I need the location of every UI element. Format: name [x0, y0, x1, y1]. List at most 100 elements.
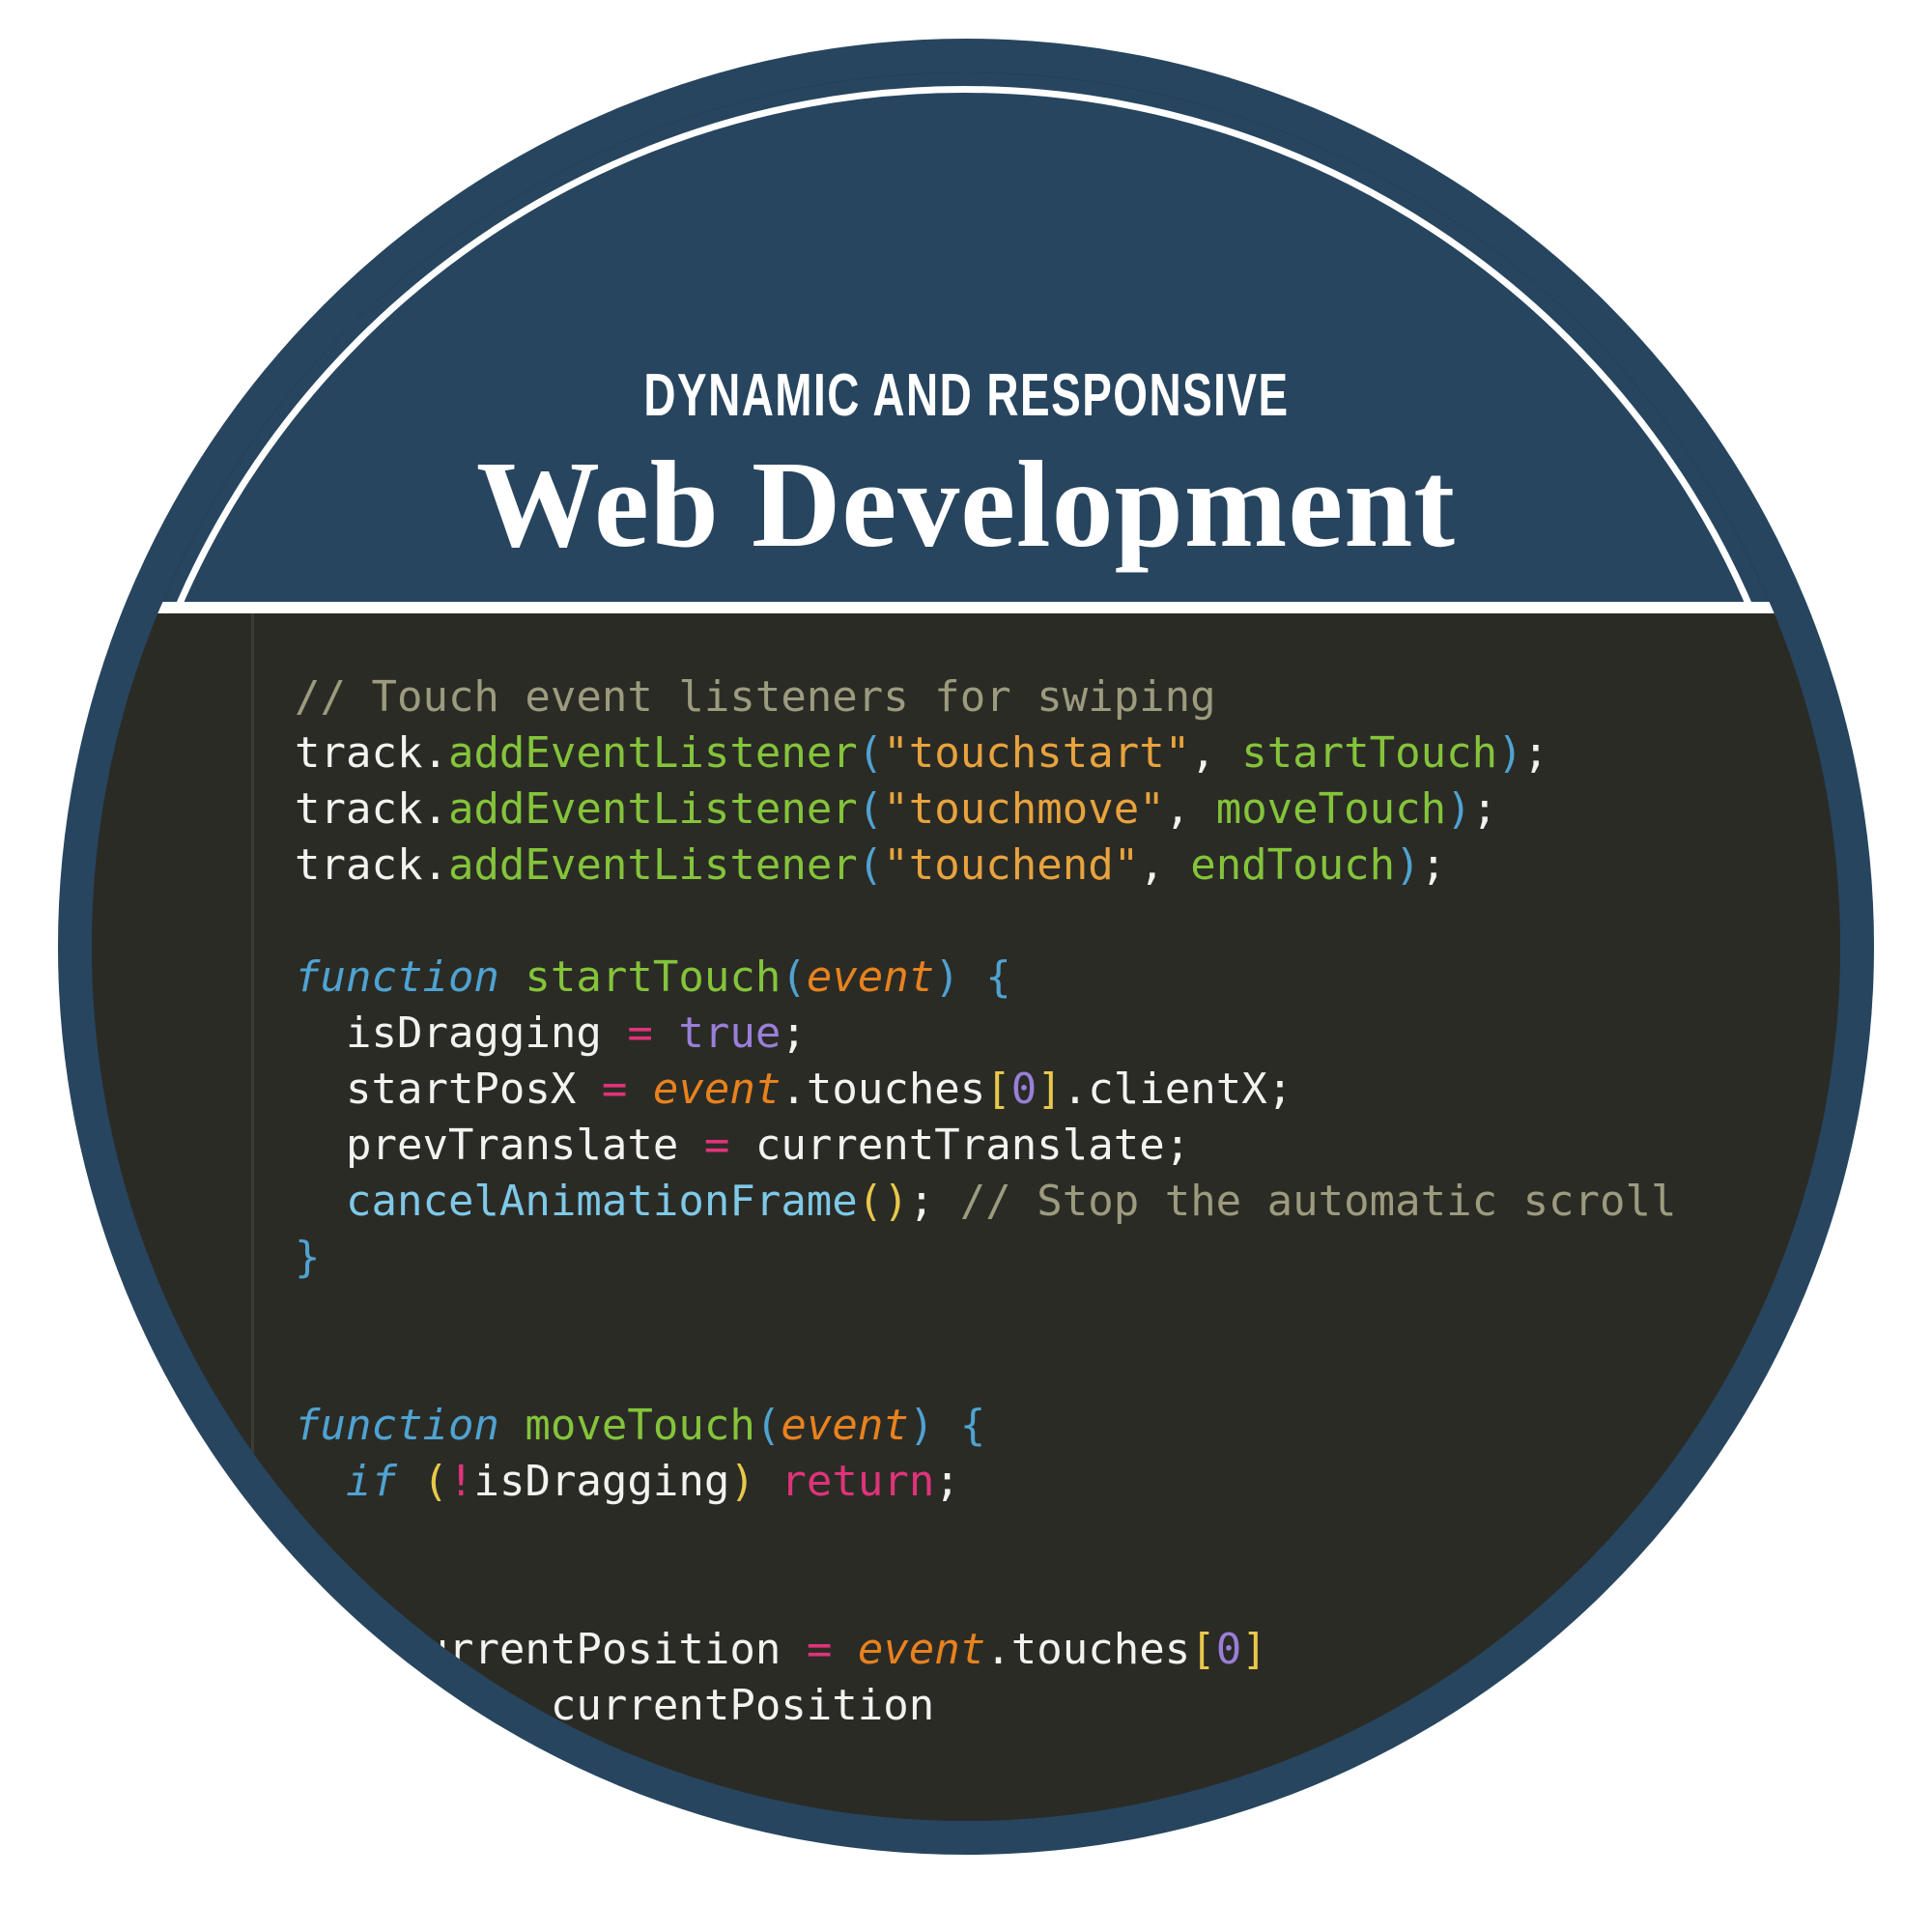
code-method: addEventListener: [447, 728, 858, 778]
code-paren: ): [1395, 840, 1421, 890]
code-comma: ,: [1139, 840, 1191, 890]
code-semicolon: ;: [1522, 728, 1549, 778]
code-paren: ): [1497, 728, 1523, 778]
code-line: isDragging = true;: [295, 1006, 1840, 1062]
code-index: 0: [1215, 1625, 1242, 1674]
code-fn-name: moveTouch: [525, 1401, 755, 1450]
code-var: isDragging: [345, 1009, 602, 1058]
code-prop: touches: [1010, 1625, 1191, 1674]
code-semicolon: ;: [781, 1009, 807, 1058]
code-comment: // Stop the automatic scroll: [959, 1177, 1677, 1226]
code-operator: =: [627, 1009, 653, 1058]
code-paren: ): [908, 1401, 935, 1450]
code-paren: (: [857, 784, 884, 834]
code-object: track: [295, 784, 423, 834]
code-line: prevTranslate = currentTranslate;: [295, 1118, 1840, 1174]
code-prop: touches: [806, 1065, 986, 1114]
code-paren: (: [781, 952, 807, 1002]
code-keyword: function: [295, 952, 499, 1002]
code-operator: =: [601, 1065, 628, 1114]
code-paren: ): [1446, 784, 1472, 834]
code-line: currentPosition: [295, 1678, 1840, 1734]
code-block: // Touch event listeners for swiping trac…: [295, 613, 1840, 1821]
code-paren: (): [857, 1177, 909, 1226]
code-line: function moveTouch(event) {: [295, 1398, 1840, 1454]
code-fn-name: startTouch: [525, 952, 781, 1002]
code-line: }: [295, 1230, 1840, 1286]
code-comma: ,: [1190, 728, 1242, 778]
circular-badge: // Touch event listeners for swiping trac…: [58, 39, 1874, 1855]
code-operator: =: [806, 1625, 833, 1674]
code-line: // Touch event listeners for swiping: [295, 669, 1840, 725]
code-paren: ): [934, 952, 960, 1002]
code-prop: clientX: [1088, 1065, 1267, 1114]
code-var: startPosX: [345, 1065, 577, 1114]
code-comma: ,: [1164, 784, 1216, 834]
code-line: track.addEventListener("touchend", endTo…: [295, 838, 1840, 894]
code-dot: .: [422, 840, 448, 890]
code-string: "touchstart": [883, 728, 1191, 778]
code-handler: endTouch: [1190, 840, 1396, 890]
header-baseline-rule: [92, 602, 1840, 613]
code-param: event: [781, 1401, 909, 1450]
code-handler: moveTouch: [1215, 784, 1447, 834]
code-builtin: cancelAnimationFrame: [345, 1177, 858, 1226]
code-paren: ): [729, 1457, 755, 1506]
code-paren: (: [422, 1457, 448, 1506]
code-literal: true: [678, 1009, 781, 1058]
badge-inner-disc: // Touch event listeners for swiping trac…: [92, 72, 1840, 1821]
code-comment: // Touch event listeners for swiping: [295, 672, 1216, 722]
code-brace: {: [959, 1401, 986, 1450]
code-semicolon: ;: [1420, 840, 1447, 890]
header-text-group: DYNAMIC AND RESPONSIVE Web Development: [92, 72, 1840, 602]
code-object: track: [295, 840, 423, 890]
code-semicolon: ;: [908, 1177, 935, 1226]
code-paren: (: [857, 840, 884, 890]
code-bracket: [: [985, 1065, 1011, 1114]
code-dot: .: [1062, 1065, 1089, 1114]
code-semicolon: ;: [1266, 1065, 1293, 1114]
code-line: cancelAnimationFrame(); // Stop the auto…: [295, 1174, 1840, 1230]
code-paren: (: [754, 1401, 781, 1450]
code-param: event: [857, 1625, 986, 1674]
code-semicolon: ;: [934, 1457, 960, 1506]
kicker-text: DYNAMIC AND RESPONSIVE: [642, 361, 1290, 429]
code-var: currentTranslate: [754, 1121, 1165, 1170]
code-semicolon: ;: [1471, 784, 1498, 834]
code-line: currentPosition = event.touches[0]: [295, 1622, 1840, 1678]
code-line: startPosX = event.touches[0].clientX;: [295, 1062, 1840, 1118]
code-line: track.addEventListener("touchstart", sta…: [295, 725, 1840, 781]
code-bracket: [: [1190, 1625, 1216, 1674]
code-param: event: [652, 1065, 781, 1114]
code-line: if (!isDragging) return;: [295, 1454, 1840, 1510]
code-dot: .: [985, 1625, 1011, 1674]
code-param: event: [806, 952, 935, 1002]
code-not-operator: !: [447, 1457, 474, 1506]
code-brace: {: [985, 952, 1011, 1002]
code-string: "touchmove": [883, 784, 1165, 834]
page-title: Web Development: [476, 435, 1456, 573]
code-keyword-return: return: [781, 1457, 935, 1506]
badge-header: DYNAMIC AND RESPONSIVE Web Development: [92, 72, 1840, 613]
code-dot: .: [422, 784, 448, 834]
